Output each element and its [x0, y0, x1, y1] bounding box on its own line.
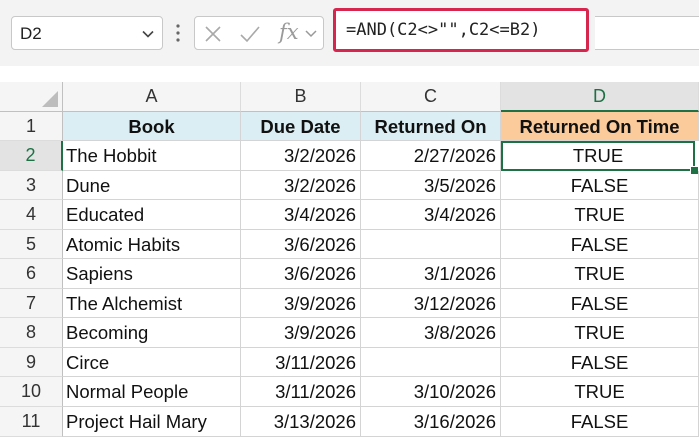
row-header[interactable]: 6 — [0, 259, 63, 289]
row-header[interactable]: 3 — [0, 171, 63, 200]
column-header-c[interactable]: C — [361, 82, 501, 112]
name-box-value: D2 — [20, 24, 42, 43]
row-header[interactable]: 9 — [0, 348, 63, 377]
cell-returned-on[interactable]: 3/4/2026 — [361, 200, 501, 230]
column-header-a[interactable]: A — [63, 82, 241, 112]
cell-returned-on-time[interactable]: TRUE — [501, 377, 699, 407]
enter-icon[interactable] — [239, 24, 261, 44]
cell-due-date[interactable]: 3/9/2026 — [241, 318, 361, 348]
select-all-triangle-icon — [42, 91, 58, 107]
cell-book[interactable]: Becoming — [63, 318, 241, 348]
cell-due-date[interactable]: 3/6/2026 — [241, 230, 361, 259]
column-header-d[interactable]: D — [501, 82, 699, 112]
toolbar-gap — [0, 66, 699, 82]
cell-returned-on[interactable]: 2/27/2026 — [361, 141, 501, 171]
cell-returned-on-time[interactable]: FALSE — [501, 407, 699, 437]
cell-book[interactable]: Project Hail Mary — [63, 407, 241, 437]
cell-returned-on[interactable]: 3/1/2026 — [361, 259, 501, 289]
cell-book[interactable]: Circe — [63, 348, 241, 377]
formula-bar-extension[interactable] — [595, 16, 699, 50]
cell-book[interactable]: The Hobbit — [63, 141, 241, 171]
cell-returned-on[interactable] — [361, 230, 501, 259]
cell-returned-on[interactable]: 3/12/2026 — [361, 289, 501, 318]
cell-due-date[interactable]: 3/4/2026 — [241, 200, 361, 230]
row-header[interactable]: 2 — [0, 141, 63, 171]
cell-returned-on-time[interactable]: FALSE — [501, 230, 699, 259]
expand-icon[interactable] — [304, 28, 318, 40]
cell-returned-on[interactable]: 3/10/2026 — [361, 377, 501, 407]
formula-input[interactable]: =AND(C2<>"",C2<=B2) — [333, 8, 589, 52]
cell-book[interactable]: Educated — [63, 200, 241, 230]
row-header[interactable]: 4 — [0, 200, 63, 230]
row-header[interactable]: 5 — [0, 230, 63, 259]
cell-returned-on[interactable] — [361, 348, 501, 377]
cell-returned-on[interactable]: 3/8/2026 — [361, 318, 501, 348]
cell-due-date[interactable]: 3/9/2026 — [241, 289, 361, 318]
cell-due-date[interactable]: 3/11/2026 — [241, 377, 361, 407]
cell-returned-on-time[interactable]: FALSE — [501, 289, 699, 318]
formula-text: =AND(C2<>"",C2<=B2) — [346, 20, 541, 40]
cell-book[interactable]: The Alchemist — [63, 289, 241, 318]
cell-due-date[interactable]: 3/11/2026 — [241, 348, 361, 377]
header-returned-on-time[interactable]: Returned On Time — [501, 112, 699, 141]
column-header-b[interactable]: B — [241, 82, 361, 112]
cell-due-date[interactable]: 3/2/2026 — [241, 141, 361, 171]
cell-book[interactable]: Atomic Habits — [63, 230, 241, 259]
row-header[interactable]: 7 — [0, 289, 63, 318]
cell-due-date[interactable]: 3/13/2026 — [241, 407, 361, 437]
active-cell[interactable]: TRUE — [501, 141, 695, 171]
cell-returned-on-time[interactable]: FALSE — [501, 348, 699, 377]
formula-bar-area: D2 fx =AND(C2<>"",C2<=B2) — [0, 0, 699, 66]
row-header[interactable]: 8 — [0, 318, 63, 348]
cell-returned-on[interactable]: 3/16/2026 — [361, 407, 501, 437]
more-options-icon[interactable] — [176, 22, 180, 44]
cell-returned-on[interactable]: 3/5/2026 — [361, 171, 501, 200]
cell-returned-on-time[interactable]: FALSE — [501, 171, 699, 200]
cell-book[interactable]: Sapiens — [63, 259, 241, 289]
cell-due-date[interactable]: 3/2/2026 — [241, 171, 361, 200]
cancel-icon[interactable] — [203, 24, 223, 44]
formula-controls: fx — [194, 16, 324, 50]
name-box[interactable]: D2 — [11, 16, 163, 50]
header-returned-on[interactable]: Returned On — [361, 112, 501, 141]
row-header[interactable]: 1 — [0, 112, 63, 141]
function-icon[interactable]: fx — [279, 20, 299, 44]
header-due-date[interactable]: Due Date — [241, 112, 361, 141]
cell-book[interactable]: Dune — [63, 171, 241, 200]
cell-returned-on-time[interactable]: TRUE — [501, 318, 699, 348]
chevron-down-icon[interactable] — [141, 27, 155, 41]
cell-returned-on-time[interactable]: TRUE — [501, 200, 699, 230]
select-all-corner[interactable] — [0, 82, 63, 112]
header-book[interactable]: Book — [63, 112, 241, 141]
cell-due-date[interactable]: 3/6/2026 — [241, 259, 361, 289]
row-header[interactable]: 11 — [0, 407, 63, 437]
row-header[interactable]: 10 — [0, 377, 63, 407]
cell-book[interactable]: Normal People — [63, 377, 241, 407]
cell-returned-on-time[interactable]: TRUE — [501, 259, 699, 289]
